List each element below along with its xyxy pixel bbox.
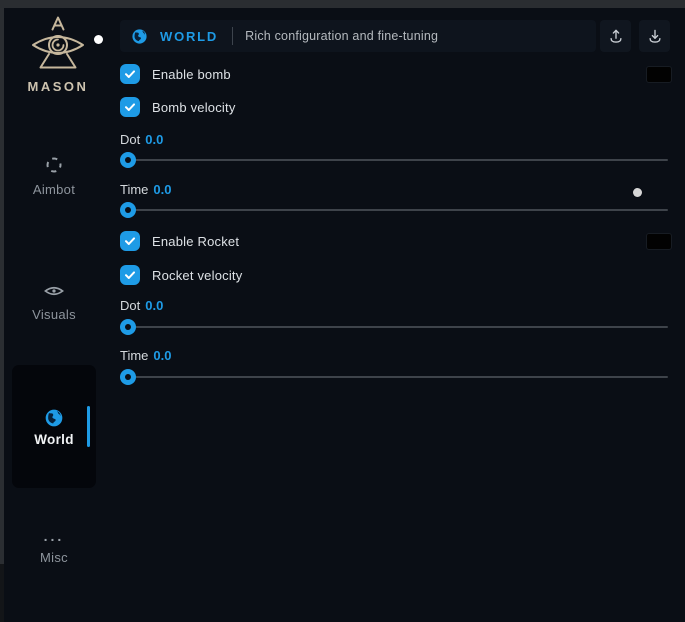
export-config-button[interactable] [600, 20, 631, 52]
bomb-velocity-checkbox[interactable] [120, 97, 140, 117]
active-indicator-bar [87, 406, 90, 447]
cursor-dot [94, 35, 103, 44]
bomb-time-slider[interactable] [120, 202, 668, 218]
slider-knob[interactable] [120, 152, 136, 168]
sidebar: MASON Aimbot Visuals World .. [4, 8, 112, 622]
check-icon [124, 68, 136, 80]
slider-value: 0.0 [153, 348, 171, 363]
bomb-color-swatch[interactable] [646, 66, 672, 83]
ellipsis-icon: ... [12, 532, 96, 540]
sidebar-item-world[interactable]: World [12, 365, 96, 488]
slider-track[interactable] [120, 326, 668, 328]
upload-icon [607, 27, 625, 45]
rocket-dot-slider[interactable] [120, 319, 668, 335]
slider-name: Dot [120, 298, 140, 313]
rocket-velocity-row: Rocket velocity [120, 265, 672, 285]
rocket-velocity-checkbox[interactable] [120, 265, 140, 285]
bomb-time-slider-label: Time 0.0 [120, 182, 171, 196]
slider-name: Dot [120, 132, 140, 147]
slider-track[interactable] [120, 376, 668, 378]
sidebar-item-label: World [12, 432, 96, 447]
bomb-velocity-row: Bomb velocity [120, 97, 672, 117]
slider-knob[interactable] [120, 202, 136, 218]
slider-knob[interactable] [120, 319, 136, 335]
brand-text: MASON [24, 79, 92, 94]
rocket-time-slider-label: Time 0.0 [120, 348, 171, 362]
sidebar-item-misc[interactable]: ... Misc [12, 532, 96, 567]
slider-name: Time [120, 182, 148, 197]
slider-track[interactable] [120, 159, 668, 161]
page-header: WORLD Rich configuration and fine-tuning [120, 20, 596, 52]
slider-value: 0.0 [145, 132, 163, 147]
sidebar-item-visuals[interactable]: Visuals [12, 283, 96, 324]
globe-icon [44, 408, 64, 428]
rocket-dot-slider-label: Dot 0.0 [120, 298, 163, 312]
bomb-dot-slider-label: Dot 0.0 [120, 132, 163, 146]
slider-name: Time [120, 348, 148, 363]
background-top-strip [0, 0, 685, 8]
page-subtitle: Rich configuration and fine-tuning [245, 29, 438, 43]
sidebar-item-aimbot[interactable]: Aimbot [12, 156, 96, 199]
sidebar-item-label: Misc [40, 550, 68, 565]
slider-knob[interactable] [120, 369, 136, 385]
checkbox-label: Enable bomb [152, 67, 231, 82]
enable-bomb-checkbox[interactable] [120, 64, 140, 84]
slider-track[interactable] [120, 209, 668, 211]
mason-menu-window: MASON Aimbot Visuals World .. [4, 8, 685, 622]
globe-icon [131, 28, 148, 45]
header-divider [232, 27, 233, 45]
bomb-dot-slider[interactable] [120, 152, 668, 168]
slider-value: 0.0 [145, 298, 163, 313]
sidebar-item-label: Aimbot [33, 182, 75, 197]
enable-bomb-row: Enable bomb [120, 64, 672, 84]
page-title: WORLD [160, 29, 218, 44]
checkbox-label: Bomb velocity [152, 100, 236, 115]
download-icon [646, 27, 664, 45]
enable-rocket-checkbox[interactable] [120, 231, 140, 251]
particle-dot [633, 188, 642, 197]
checkbox-label: Enable Rocket [152, 234, 239, 249]
checkbox-label: Rocket velocity [152, 268, 242, 283]
check-icon [124, 101, 136, 113]
import-config-button[interactable] [639, 20, 670, 52]
sidebar-item-label: Visuals [32, 307, 76, 322]
enable-rocket-row: Enable Rocket [120, 231, 672, 251]
mason-logo: MASON [24, 14, 92, 94]
rocket-time-slider[interactable] [120, 369, 668, 385]
mason-eye-pyramid-icon [26, 14, 90, 72]
crosshair-icon [45, 156, 63, 174]
rocket-color-swatch[interactable] [646, 233, 672, 250]
slider-value: 0.0 [153, 182, 171, 197]
eye-icon [44, 283, 64, 299]
check-icon [124, 235, 136, 247]
check-icon [124, 269, 136, 281]
